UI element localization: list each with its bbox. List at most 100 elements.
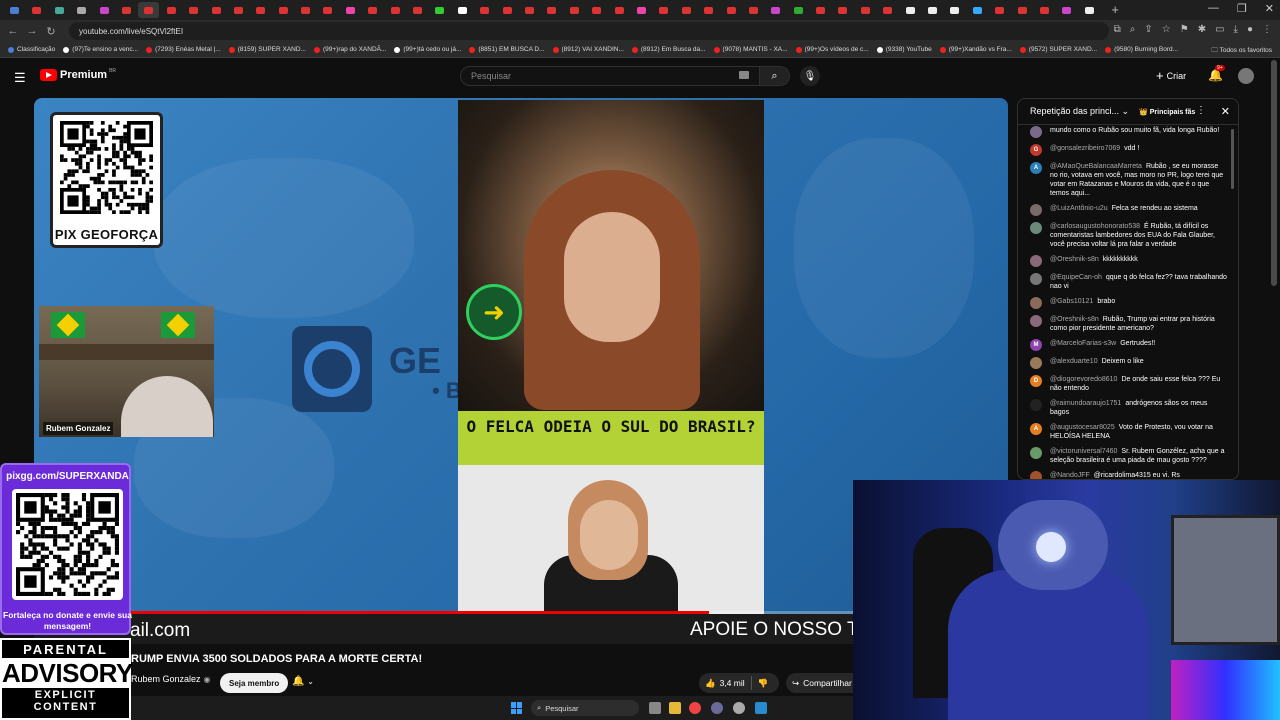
top-fans-badge[interactable]: 👑 Principais fãs [1139,108,1195,116]
browser-tab[interactable] [429,2,450,18]
browser-tab[interactable] [49,2,70,18]
file-explorer-icon[interactable] [669,702,681,714]
channel-name[interactable]: Rubem Gonzalez ◉ [131,674,211,684]
browser-tab[interactable] [317,2,338,18]
notifications-button[interactable]: 🔔 9+ [1208,65,1225,82]
browser-tab[interactable] [609,2,630,18]
chat-avatar[interactable] [1030,222,1042,234]
avatar[interactable] [1238,68,1254,84]
browser-tab[interactable] [385,2,406,18]
browser-tab[interactable] [676,2,697,18]
bookmark-item[interactable]: (9338) YouTube [876,46,932,53]
browser-tab[interactable] [877,2,898,18]
chat-avatar[interactable] [1030,447,1042,459]
taskbar-search[interactable]: ⌕ Pesquisar [531,700,639,716]
close-icon[interactable]: ✕ [1221,105,1230,118]
browser-tab[interactable] [1034,2,1055,18]
chat-avatar[interactable] [1030,126,1042,138]
browser-tab[interactable] [564,2,585,18]
browser-tab[interactable] [967,2,988,18]
chat-scrollbar[interactable] [1231,129,1234,189]
chat-author[interactable]: @gonsalezribeiro7069 [1050,145,1120,152]
chat-avatar[interactable] [1030,471,1042,479]
voice-search-button[interactable]: 🎙 [800,66,820,86]
browser-tab[interactable] [832,2,853,18]
chat-author[interactable]: @Oreshnik-s8n [1050,256,1099,263]
browser-tab[interactable] [138,2,160,18]
reload-icon[interactable]: ↻ [44,25,58,38]
create-button[interactable]: + Criar [1156,68,1186,83]
bookmark-star-icon[interactable]: ☆ [1162,24,1171,35]
share-page-icon[interactable]: ⇪ [1144,24,1152,35]
share-button[interactable]: ↪ Compartilhar [786,673,856,693]
search-input[interactable]: Pesquisar ⌕ [460,66,790,86]
task-view-icon[interactable] [649,702,661,714]
browser-tab[interactable] [26,2,47,18]
bookmark-item[interactable]: (9078) MANTIS - XA... [713,46,788,53]
browser-tab[interactable] [788,2,809,18]
browser-tab[interactable] [273,2,294,18]
chat-author[interactable]: @alexduarte10 [1050,358,1098,365]
browser-tab[interactable] [362,2,383,18]
chat-author[interactable]: @raimundoaraujo1751 [1050,400,1121,407]
page-scrollbar[interactable] [1271,60,1277,286]
chat-avatar[interactable] [1030,399,1042,411]
app-icon[interactable] [733,702,745,714]
browser-tab[interactable] [407,2,428,18]
windows-start-icon[interactable] [511,702,523,714]
minimize-icon[interactable]: — [1208,2,1219,15]
browser-tab[interactable] [497,2,518,18]
chat-avatar[interactable] [1030,273,1042,285]
browser-tab[interactable] [922,2,943,18]
chat-author[interactable]: @Oreshnik-s8n [1050,316,1099,323]
browser-tab[interactable] [586,2,607,18]
zoom-icon[interactable]: ⌕ [1130,24,1136,35]
chat-avatar[interactable] [1030,357,1042,369]
browser-tab[interactable] [228,2,249,18]
chat-avatar[interactable]: M [1030,339,1042,351]
chat-more-icon[interactable]: ⋮ [1196,105,1206,116]
bookmark-item[interactable]: (8912) VAI XANDIN... [552,46,624,53]
chat-mode-dropdown[interactable]: Repetição das princi... ⌄ [1030,106,1129,117]
browser-tab[interactable] [810,2,831,18]
chat-author[interactable]: @LuizAntônio-u2u [1050,205,1108,212]
bookmark-item[interactable]: (99+)tá cedo ou já... [394,46,461,53]
browser-tab[interactable] [631,2,652,18]
keyboard-icon[interactable] [739,71,749,79]
forward-icon[interactable]: → [25,25,39,37]
chat-author[interactable]: @victoruniversal7460 [1050,448,1117,455]
search-button[interactable]: ⌕ [759,67,789,85]
all-bookmarks[interactable]: 🗀 Todos os favoritos [1211,46,1272,57]
like-count[interactable]: 3,4 mil [720,678,745,688]
browser-tab[interactable] [743,2,764,18]
chat-avatar[interactable] [1030,204,1042,216]
chat-avatar[interactable] [1030,315,1042,327]
browser-tab[interactable] [765,2,786,18]
browser-tab[interactable] [653,2,674,18]
notification-bell-button[interactable]: 🔔 ⌄ [292,676,314,687]
chat-author[interactable]: @diogorevoredo8610 [1050,376,1117,383]
chat-avatar[interactable]: A [1030,423,1042,435]
browser-tab[interactable] [250,2,271,18]
bookmark-item[interactable]: (8159) SUPER XAND... [228,46,306,53]
bookmark-item[interactable]: (97)Te ensino a venc... [63,46,138,53]
chat-avatar[interactable]: D [1030,375,1042,387]
browser-tab[interactable] [1056,2,1077,18]
settings-gear-icon[interactable] [711,702,723,714]
chat-author[interactable]: @augustocesar8025 [1050,424,1115,431]
maximize-icon[interactable]: ❐ [1237,2,1247,15]
browser-tab[interactable] [519,2,540,18]
download-icon[interactable]: ⤓ [1234,24,1238,35]
browser-tab[interactable] [116,2,137,18]
browser-tab[interactable] [900,2,921,18]
chat-avatar[interactable]: A [1030,162,1042,174]
browser-tab[interactable] [474,2,495,18]
chrome-icon[interactable] [689,702,701,714]
like-icon[interactable]: 👍 [705,678,716,689]
chat-avatar[interactable]: G [1030,144,1042,156]
dislike-icon[interactable]: 👎 [758,678,769,689]
chat-author[interactable]: @Gabs10121 [1050,298,1093,305]
chat-author[interactable]: @MarceloFarias-s3w [1050,340,1116,347]
extension-icon[interactable]: ⚑ [1180,24,1189,35]
join-button[interactable]: Seja membro [220,673,289,693]
